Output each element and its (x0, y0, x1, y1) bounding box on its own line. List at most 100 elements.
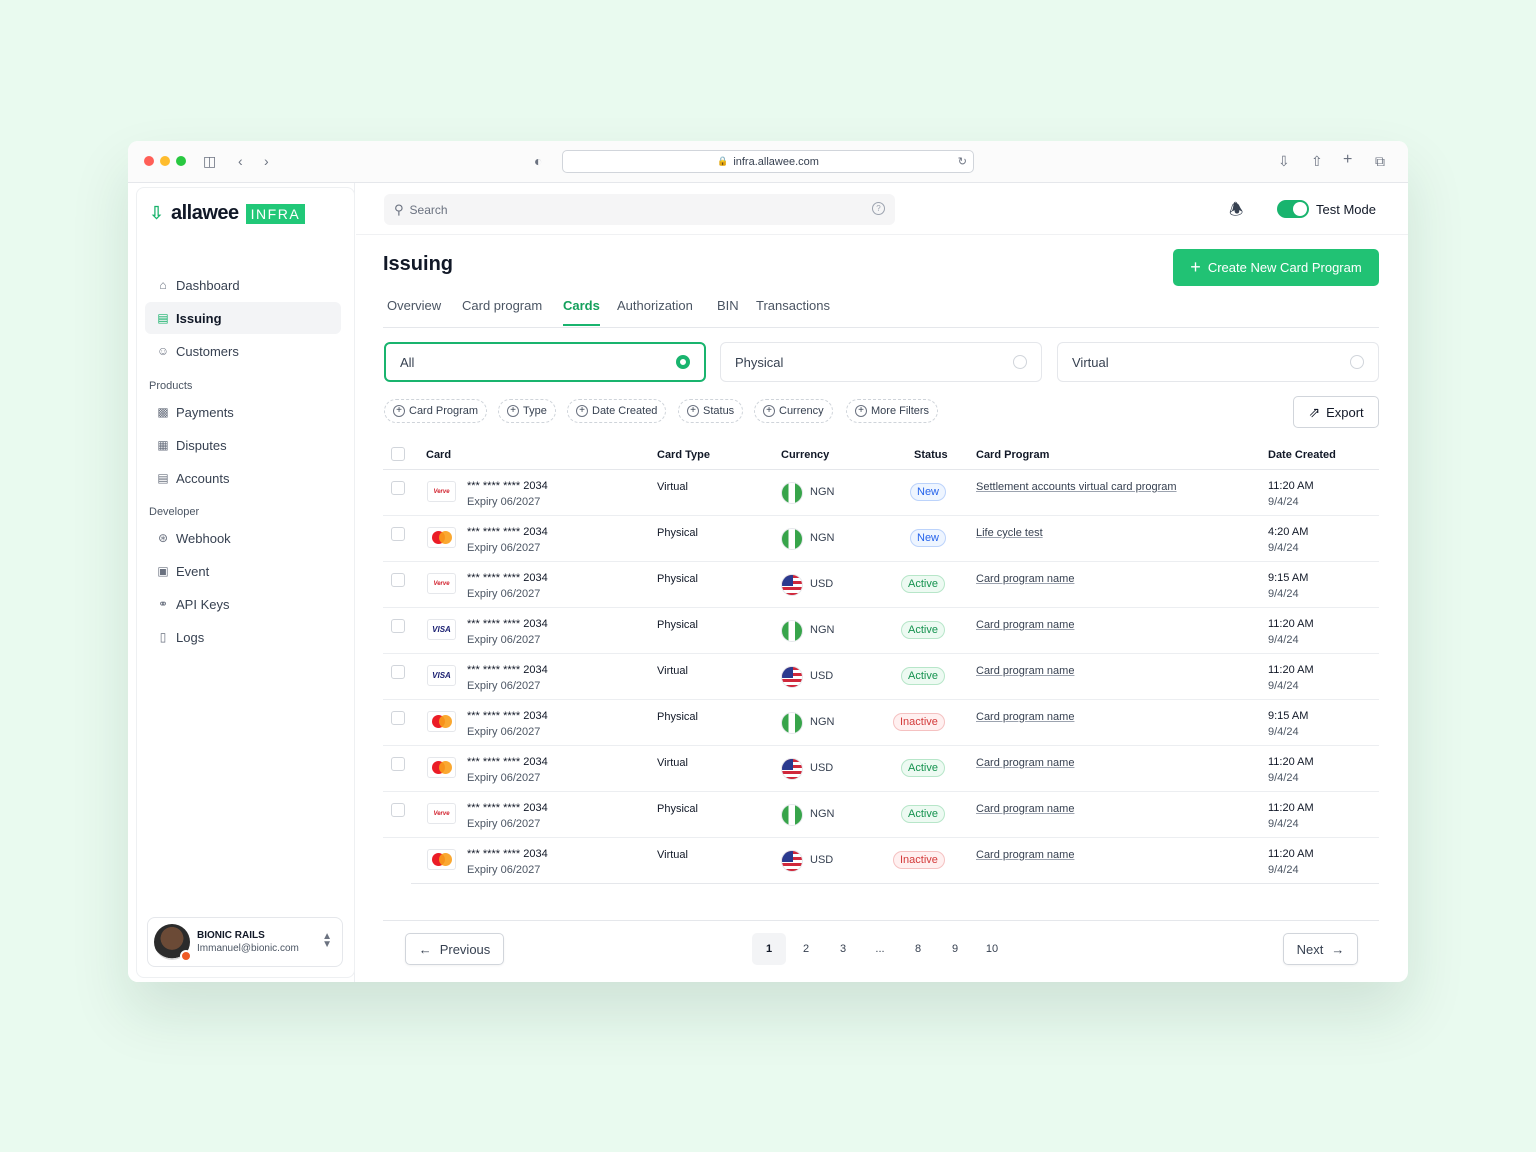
help-icon[interactable]: ? (872, 202, 885, 215)
sidebar-item-event[interactable]: ▣ Event (145, 555, 341, 587)
tab-bin[interactable]: BIN (717, 298, 739, 324)
create-card-program-button[interactable]: + Create New Card Program (1173, 249, 1379, 286)
page-number[interactable]: 1 (752, 933, 786, 965)
row-checkbox[interactable] (391, 803, 405, 817)
minimize-window-button[interactable] (160, 156, 170, 166)
page-number[interactable]: 8 (901, 933, 935, 965)
card-brand-logo (427, 757, 456, 778)
account-email: Immanuel@bionic.com (197, 943, 299, 954)
created-date: 9/4/24 (1268, 818, 1299, 830)
card-program-link[interactable]: Settlement accounts virtual card program (976, 481, 1177, 493)
table-row[interactable]: *** **** **** 2034 Expiry 06/2027 Physical… (383, 700, 1379, 746)
sidebar-item-logs[interactable]: ▯ Logs (145, 621, 341, 653)
plus-circle-icon: + (687, 405, 699, 417)
close-window-button[interactable] (144, 156, 154, 166)
card-program-link[interactable]: Card program name (976, 803, 1074, 815)
page-number[interactable]: 2 (789, 933, 823, 965)
row-checkbox[interactable] (391, 665, 405, 679)
row-checkbox[interactable] (391, 757, 405, 771)
bell-icon[interactable]: 🕭 (1229, 199, 1243, 226)
card-program-link[interactable]: Card program name (976, 619, 1074, 631)
card-expiry: Expiry 06/2027 (467, 588, 541, 600)
filter-card-program[interactable]: + Card Program (384, 399, 488, 423)
previous-button[interactable]: ← Previous (405, 933, 504, 965)
select-all-checkbox[interactable] (391, 447, 405, 461)
filter-currency[interactable]: + Currency (754, 399, 833, 423)
new-tab-icon[interactable]: + (1343, 151, 1352, 169)
export-button[interactable]: ⇗ Export (1293, 396, 1379, 428)
table-row[interactable]: *** **** **** 2034 Expiry 06/2027 Virtual U… (383, 746, 1379, 792)
segment-virtual[interactable]: Virtual (1057, 342, 1379, 382)
filter-status[interactable]: + Status (678, 399, 744, 423)
card-program-link[interactable]: Card program name (976, 665, 1074, 677)
tabs-overview-icon[interactable]: ⧉ (1375, 153, 1385, 170)
maximize-window-button[interactable] (176, 156, 186, 166)
currency-code: NGN (810, 486, 835, 498)
test-mode-toggle[interactable] (1277, 200, 1309, 218)
plus-icon: + (1190, 257, 1201, 277)
sidebar: ⇩ allawee INFRA ⌂ Dashboard ▤ Issuing ☺ … (128, 183, 355, 982)
card-type: Virtual (657, 757, 688, 769)
privacy-shield-icon[interactable]: ◐ (534, 153, 542, 169)
filter-label: Currency (779, 405, 824, 417)
table-row[interactable]: Verve *** **** **** 2034 Expiry 06/2027 Phy… (383, 562, 1379, 608)
row-checkbox[interactable] (391, 619, 405, 633)
table-row[interactable]: VISA *** **** **** 2034 Expiry 06/2027 Virt… (383, 654, 1379, 700)
table-row[interactable]: Verve *** **** **** 2034 Expiry 06/2027 Phy… (383, 792, 1379, 838)
forward-icon[interactable]: › (264, 153, 269, 169)
brand-logo[interactable]: ⇩ allawee INFRA (149, 202, 306, 225)
account-switcher[interactable]: BIONIC RAILS Immanuel@bionic.com ▲ ▼ (147, 917, 343, 967)
sidebar-item-customers[interactable]: ☺ Customers (145, 335, 341, 367)
page-number[interactable]: 10 (975, 933, 1009, 965)
table-row[interactable]: *** **** **** 2034 Expiry 06/2027 Physical… (383, 516, 1379, 562)
export-label: Export (1326, 404, 1364, 420)
filter-type[interactable]: + Type (498, 399, 556, 423)
table-row[interactable]: *** **** **** 2034 Expiry 06/2027 Virtual U… (411, 838, 1379, 884)
tab-card-program[interactable]: Card program (462, 298, 542, 324)
tab-authorization[interactable]: Authorization (617, 298, 693, 324)
download-icon[interactable]: ⇩ (1278, 153, 1290, 170)
next-button[interactable]: Next → (1283, 933, 1358, 965)
segment-all[interactable]: All (384, 342, 706, 382)
export-icon: ⇗ (1308, 403, 1321, 420)
tab-overview[interactable]: Overview (387, 298, 441, 324)
sidebar-item-disputes[interactable]: ▦ Disputes (145, 429, 341, 461)
card-program-link[interactable]: Life cycle test (976, 527, 1043, 539)
card-program-link[interactable]: Card program name (976, 573, 1074, 585)
filter-more[interactable]: + More Filters (846, 399, 939, 423)
tab-transactions[interactable]: Transactions (756, 298, 830, 324)
sidebar-item-dashboard[interactable]: ⌂ Dashboard (145, 269, 341, 301)
sidebar-item-issuing[interactable]: ▤ Issuing (145, 302, 341, 334)
segment-physical[interactable]: Physical (720, 342, 1042, 382)
address-bar[interactable]: 🔒 infra.allawee.com ↻ (562, 150, 974, 173)
sidebar-item-label: API Keys (176, 596, 230, 612)
page-number[interactable]: 9 (938, 933, 972, 965)
card-expiry: Expiry 06/2027 (467, 726, 541, 738)
card-icon: ▤ (157, 311, 169, 325)
card-brand-logo: VISA (427, 665, 456, 686)
table-row[interactable]: Verve *** **** **** 2034 Expiry 06/2027 Vir… (383, 470, 1379, 516)
test-mode-label: Test Mode (1316, 202, 1376, 217)
sidebar-toggle-icon[interactable]: ◫ (203, 153, 216, 170)
row-checkbox[interactable] (391, 527, 405, 541)
filter-date-created[interactable]: + Date Created (567, 399, 667, 423)
page-number[interactable]: 3 (826, 933, 860, 965)
row-checkbox[interactable] (391, 573, 405, 587)
table-row[interactable]: VISA *** **** **** 2034 Expiry 06/2027 Phys… (383, 608, 1379, 654)
search-input[interactable]: ⚲ Search ? (384, 194, 895, 225)
tab-cards[interactable]: Cards (563, 298, 600, 326)
sidebar-item-api-keys[interactable]: ⚭ API Keys (145, 588, 341, 620)
reload-icon[interactable]: ↻ (958, 155, 967, 168)
sidebar-item-payments[interactable]: ▩ Payments (145, 396, 341, 428)
back-icon[interactable]: ‹ (238, 153, 243, 169)
segment-label: All (400, 354, 415, 370)
card-number: *** **** **** 2034 (467, 848, 548, 860)
card-program-link[interactable]: Card program name (976, 757, 1074, 769)
share-icon[interactable]: ⇧ (1311, 153, 1323, 170)
sidebar-item-webhook[interactable]: ⊛ Webhook (145, 522, 341, 554)
row-checkbox[interactable] (391, 481, 405, 495)
card-program-link[interactable]: Card program name (976, 849, 1074, 861)
card-program-link[interactable]: Card program name (976, 711, 1074, 723)
row-checkbox[interactable] (391, 711, 405, 725)
sidebar-item-accounts[interactable]: ▤ Accounts (145, 462, 341, 494)
